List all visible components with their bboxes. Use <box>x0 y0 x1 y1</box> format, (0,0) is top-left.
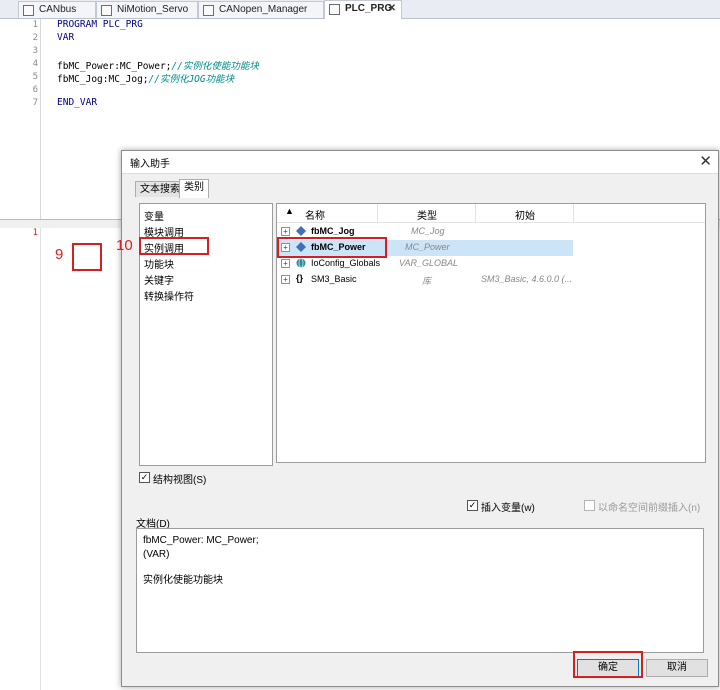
tree-row-ioconfig-globals[interactable]: + IoConfig_Globals VAR_GLOBAL <box>277 256 705 272</box>
code-comment: //实例化JOG功能块 <box>148 74 235 85</box>
documentation-box: fbMC_Power: MC_Power; (VAR) 实例化使能功能块 <box>136 528 704 653</box>
tab-label: PLC_PRG <box>345 3 393 14</box>
tab-label: CANopen_Manager <box>219 4 308 15</box>
row-type: VAR_GLOBAL <box>399 258 459 268</box>
category-item-variables[interactable]: 变量 <box>144 208 164 223</box>
annotation-box-fbmc-power <box>277 237 387 258</box>
line-number: 1 <box>32 228 38 238</box>
device-icon <box>23 5 34 16</box>
line-number: 2 <box>32 33 38 43</box>
expand-icon[interactable]: + <box>281 227 290 236</box>
namespace-prefix-label: 以命名空间前缀插入(n) <box>598 503 701 514</box>
line-number: 3 <box>32 46 38 56</box>
sort-up-icon[interactable]: ▲ <box>285 206 294 216</box>
annotation-box-cursor <box>72 243 102 271</box>
column-divider[interactable] <box>475 204 476 222</box>
editor-tab-bar: CANbus NiMotion_Servo CANopen_Manager PL… <box>0 0 720 19</box>
column-name[interactable]: 名称 <box>305 207 325 222</box>
doc-line: fbMC_Power: MC_Power; <box>143 535 259 546</box>
code-line-power-decl: fbMC_Power:MC_Power;//实例化使能功能块 <box>57 58 259 72</box>
category-item-conversion-operators[interactable]: 转换操作符 <box>144 288 194 303</box>
structured-view-label: 结构视图(S) <box>153 475 207 486</box>
category-item-keywords[interactable]: 关键字 <box>144 272 174 287</box>
code-line-end-var: END_VAR <box>57 97 98 108</box>
line-number: 7 <box>32 98 38 108</box>
expand-icon[interactable]: + <box>281 275 290 284</box>
row-initial: SM3_Basic, 4.6.0.0 (... <box>481 274 573 284</box>
program-icon <box>329 4 340 15</box>
close-icon[interactable]: ✕ <box>699 152 712 170</box>
row-name: IoConfig_Globals <box>311 258 381 268</box>
row-type: MC_Power <box>405 242 450 252</box>
tab-canopen-manager[interactable]: CANopen_Manager <box>198 1 324 18</box>
row-type: 库 <box>422 276 432 286</box>
dialog-title-bar: 输入助手 ✕ <box>122 151 718 174</box>
tab-plc-prg[interactable]: PLC_PRG ✕ <box>324 0 402 19</box>
line-number-gutter: 1 2 3 4 5 6 7 <box>0 19 41 219</box>
tree-header: ▲ 名称 类型 初始 <box>277 204 705 223</box>
column-initial[interactable]: 初始 <box>515 207 535 222</box>
line-number: 5 <box>32 72 38 82</box>
tab-nimotion-servo[interactable]: NiMotion_Servo <box>96 1 198 18</box>
column-divider[interactable] <box>377 204 378 222</box>
doc-line: 实例化使能功能块 <box>143 575 223 586</box>
tab-label: CANbus <box>39 4 77 15</box>
input-assistant-dialog: 输入助手 ✕ 文本搜索 类别 变量 模块调用 实例调用 功能块 关键字 转换操作… <box>116 150 719 687</box>
annotation-box-instance-calls <box>139 237 209 255</box>
namespace-prefix-checkbox[interactable] <box>584 500 595 511</box>
doc-line: (VAR) <box>143 549 170 560</box>
close-icon[interactable]: ✕ <box>388 1 396 17</box>
expand-icon[interactable]: + <box>281 259 290 268</box>
dialog-title: 输入助手 <box>130 159 170 170</box>
line-number: 1 <box>32 20 38 30</box>
tab-label: NiMotion_Servo <box>117 4 189 15</box>
code-text: fbMC_Jog:MC_Jog; <box>57 74 149 85</box>
row-name: fbMC_Jog <box>311 226 355 236</box>
library-icon: {} <box>296 273 304 283</box>
structured-view-checkbox[interactable]: ✓ <box>139 472 150 483</box>
device-icon <box>203 5 214 16</box>
category-item-function-blocks[interactable]: 功能块 <box>144 256 174 271</box>
code-line-jog-decl: fbMC_Jog:MC_Jog;//实例化JOG功能块 <box>57 71 234 85</box>
code-line-var: VAR <box>57 32 75 43</box>
row-type: MC_Jog <box>411 226 445 236</box>
code-line-program: PROGRAM PLC_PRG <box>57 19 143 30</box>
annotation-box-ok <box>573 651 643 678</box>
tab-canbus[interactable]: CANbus <box>18 1 96 18</box>
globe-icon <box>296 258 306 268</box>
annotation-step-9: 9 <box>55 246 64 263</box>
insert-variable-checkbox[interactable]: ✓ <box>467 500 478 511</box>
device-icon <box>101 5 112 16</box>
line-number-gutter: 1 <box>0 228 41 690</box>
line-number: 6 <box>32 85 38 95</box>
row-name: SM3_Basic <box>311 274 357 284</box>
tab-categories[interactable]: 类别 <box>179 179 209 198</box>
annotation-step-10: 10 <box>116 237 133 254</box>
line-number: 4 <box>32 59 38 69</box>
tree-row-sm3-basic[interactable]: + {} SM3_Basic 库 SM3_Basic, 4.6.0.0 (... <box>277 272 705 288</box>
column-divider[interactable] <box>573 204 574 222</box>
tab-text-search[interactable]: 文本搜索 <box>135 181 185 197</box>
function-block-icon <box>296 226 306 236</box>
column-type[interactable]: 类型 <box>417 207 437 222</box>
insert-variable-label: 插入变量(w) <box>481 503 535 514</box>
cancel-button[interactable]: 取消 <box>646 659 708 677</box>
